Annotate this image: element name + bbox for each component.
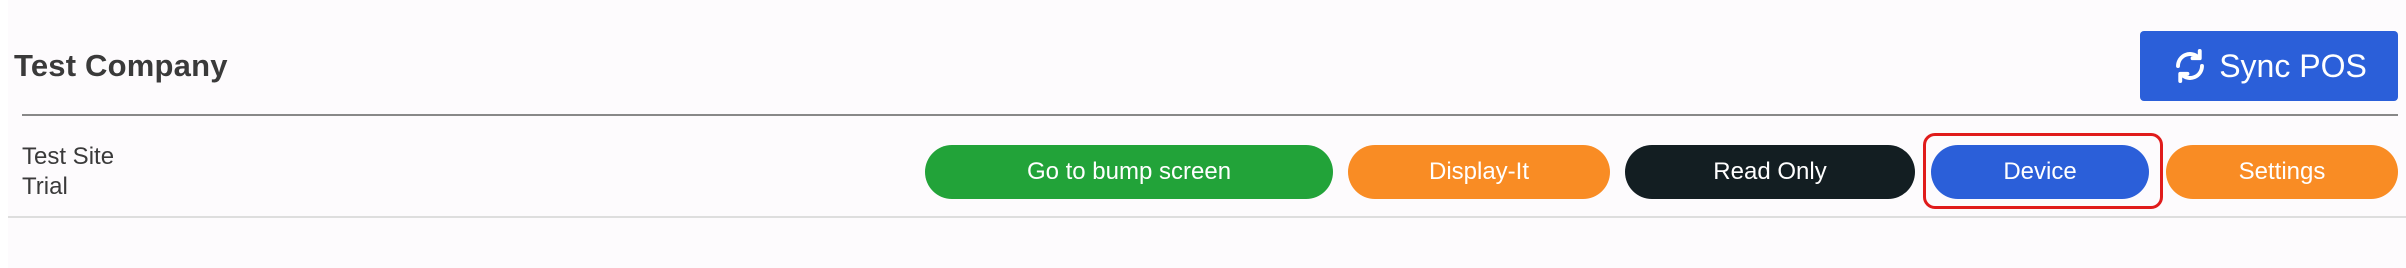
site-info: Test Site Trial [22,142,114,202]
read-only-button[interactable]: Read Only [1625,145,1915,199]
sync-icon [2171,45,2209,87]
left-edge [0,0,8,268]
card-bottom-border [8,216,2406,218]
sync-pos-label: Sync POS [2219,47,2367,84]
sync-pos-button[interactable]: Sync POS [2140,31,2398,101]
site-status: Trial [22,173,68,200]
display-it-button[interactable]: Display-It [1348,145,1610,199]
page: Test Company Sync POS Test Site Trial Go… [0,0,2406,268]
go-to-bump-screen-button[interactable]: Go to bump screen [925,145,1333,199]
site-name: Test Site [22,143,115,170]
header-divider [22,114,2398,116]
settings-button[interactable]: Settings [2166,145,2398,199]
company-title: Test Company [14,48,228,83]
device-button[interactable]: Device [1931,145,2149,199]
